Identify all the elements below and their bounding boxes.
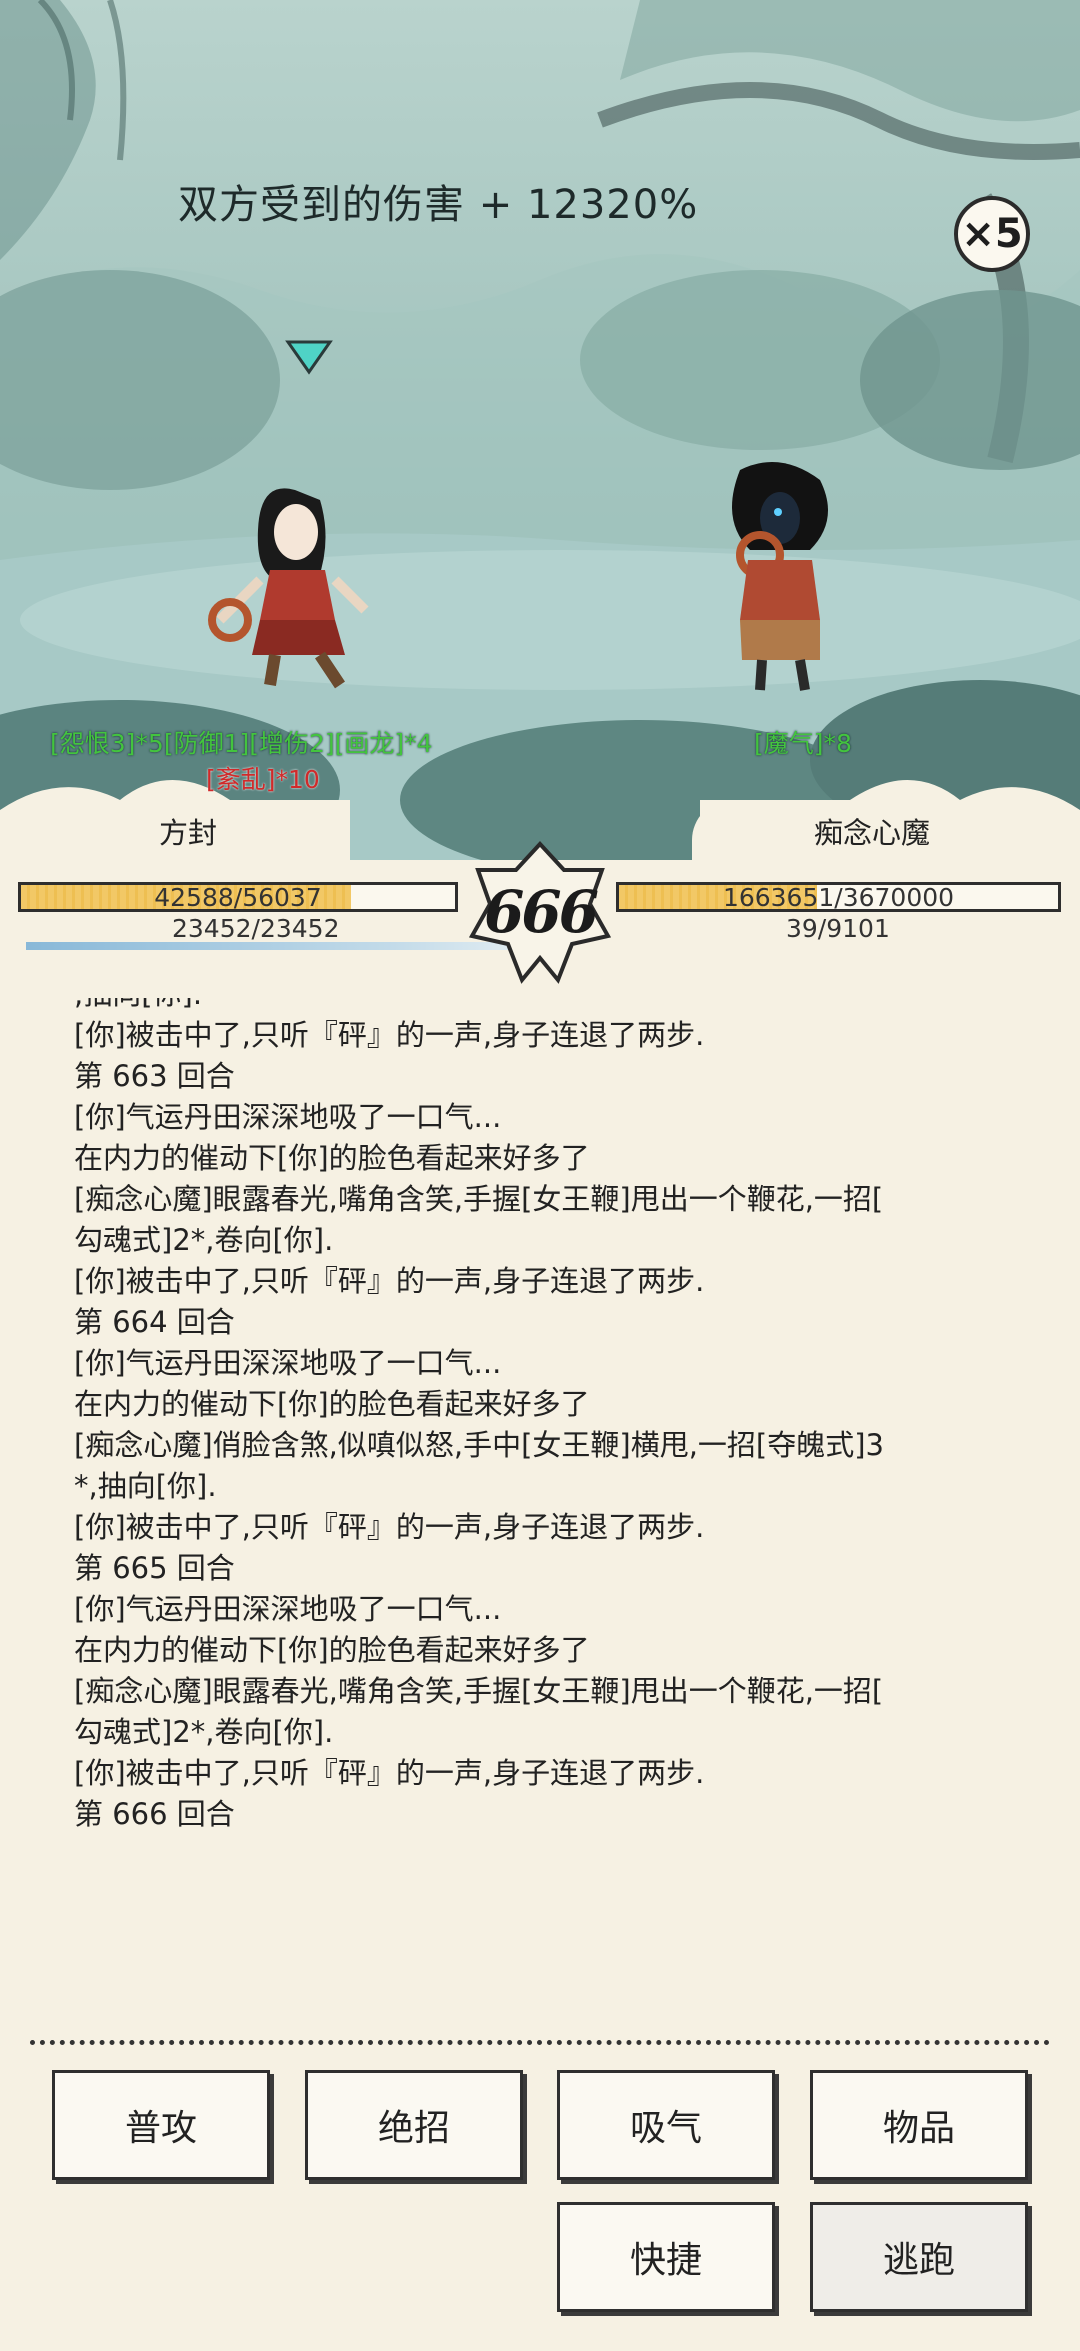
log-line: [你]气运丹田深深地吸了一口气... [74,1100,502,1134]
log-line: 在内力的催动下[你]的脸色看起来好多了 [74,1141,590,1175]
items-button[interactable]: 物品 [810,2070,1028,2180]
log-line: [痴念心魔]眼露春光,嘴角含笑,手握[女王鞭]甩出一个鞭花,一招[ 勾魂式]2*… [74,1182,884,1257]
player-name: 方封 [28,800,348,862]
player-buff-list: [怨恨3]*5[防御1][增伤2][画龙]*4 [50,729,433,758]
log-line: 第 666 回合 [74,1797,235,1831]
status-panel: 方封 痴念心魔 42588/56037 23452/23452 1663651/… [0,800,1080,984]
player-debuff-list: [紊乱]*10 [206,765,320,794]
player-hp-bar: 42588/56037 [18,882,458,912]
enemy-mp-text: 39/9101 [786,914,890,943]
log-line: 第 663 回合 [74,1059,235,1093]
log-line: 第 665 回合 [74,1551,235,1585]
enemy-name: 痴念心魔 [692,800,1052,862]
player-hp-text: 42588/56037 [154,883,322,912]
round-number: 666 [483,878,599,946]
log-clipped-line: ,抽向[你]. [74,998,1034,1015]
battle-scene: 双方受到的伤害 + 12320% ×5 [怨恨3]*5[防御1][增伤2][画龙… [0,0,1080,860]
attack-button[interactable]: 普攻 [52,2070,270,2180]
speed-multiplier-button[interactable]: ×5 [954,196,1030,272]
log-line: [你]气运丹田深深地吸了一口气... [74,1346,502,1380]
log-line: [痴念心魔]眼露春光,嘴角含笑,手握[女王鞭]甩出一个鞭花,一招[ 勾魂式]2*… [74,1674,884,1749]
shortcut-button[interactable]: 快捷 [557,2202,775,2312]
enemy-character[interactable] [700,460,860,700]
player-mp-text: 23452/23452 [172,914,340,943]
log-line: 在内力的催动下[你]的脸色看起来好多了 [74,1633,590,1667]
target-indicator-icon [285,340,333,375]
log-line: 第 664 回合 [74,1305,235,1339]
breathe-button[interactable]: 吸气 [557,2070,775,2180]
log-line: [你]被击中了,只听『砰』的一声,身子连退了两步. [74,1510,705,1544]
player-character[interactable] [200,470,380,700]
enemy-hp-bar: 1663651/3670000 [616,882,1061,912]
damage-modifier-banner: 双方受到的伤害 + 12320% [178,182,699,228]
flee-button[interactable]: 逃跑 [810,2202,1028,2312]
log-line: [你]被击中了,只听『砰』的一声,身子连退了两步. [74,1264,705,1298]
enemy-buff-list: [魔气]*8 [754,729,852,758]
log-line: [你]气运丹田深深地吸了一口气... [74,1592,502,1626]
ultimate-button[interactable]: 绝招 [305,2070,523,2180]
round-counter-badge: 666 [468,840,612,984]
dotted-divider [30,2040,1050,2045]
log-line: [痴念心魔]俏脸含煞,似嗔似怒,手中[女王鞭]横甩,一招[夺魄式]3 *,抽向[… [74,1428,884,1503]
battle-log[interactable]: ,抽向[你]. [你]被击中了,只听『砰』的一声,身子连退了两步. 第 663 回… [74,998,1034,2038]
log-line: 在内力的催动下[你]的脸色看起来好多了 [74,1387,590,1421]
enemy-hp-text: 1663651/3670000 [722,883,955,912]
log-line: [你]被击中了,只听『砰』的一声,身子连退了两步. [74,1018,705,1052]
log-line: [你]被击中了,只听『砰』的一声,身子连退了两步. [74,1756,705,1790]
